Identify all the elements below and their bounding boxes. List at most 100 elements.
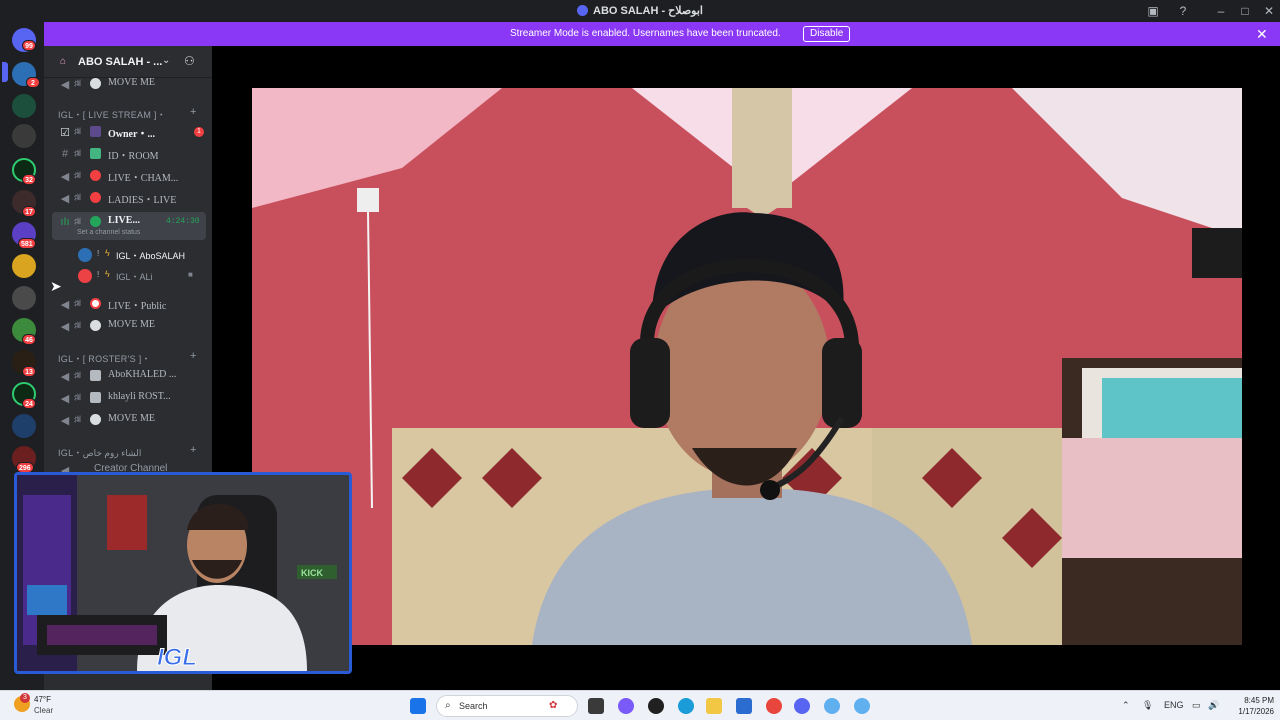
server-icon[interactable] bbox=[12, 254, 36, 278]
speaker-icon: ◀ bbox=[60, 193, 70, 205]
voice-channel-move-me[interactable]: ◀ ♯ıl MOVE ME bbox=[52, 410, 206, 430]
category-live-stream[interactable]: IGL・[ LIVE STREAM ]・ bbox=[58, 108, 166, 121]
avatar bbox=[78, 248, 92, 262]
disable-streamer-mode-button[interactable]: Disable bbox=[803, 26, 851, 42]
text-channel-owner[interactable]: ☑ ♯ıl Owner・... 1 bbox=[52, 122, 206, 142]
webcam-scene: KICK IGL bbox=[17, 475, 349, 671]
clock-time: 8:45 PM bbox=[1244, 696, 1274, 705]
unread-badge: 1 bbox=[194, 127, 204, 137]
windows-taskbar: 3 47°F Clear ⌕ Search ✿ ⌃ 🎙 ENG ▭ 🔊 8:45… bbox=[0, 690, 1280, 720]
edge-icon[interactable] bbox=[678, 698, 694, 714]
server-icon[interactable] bbox=[12, 94, 36, 118]
window-title: ABO SALAH - ابوصلاح bbox=[0, 4, 1280, 17]
channel-status[interactable]: Set a channel status bbox=[77, 229, 140, 236]
close-window-button[interactable]: ✕ bbox=[1260, 2, 1278, 20]
server-icon[interactable] bbox=[12, 286, 36, 310]
bolt-icon: ϟ bbox=[105, 248, 110, 258]
voice-channel-ladies-live[interactable]: ◀ ♯ıl LADIES・LIVE bbox=[52, 188, 206, 208]
voice-username: IGL・ALi bbox=[116, 272, 153, 282]
status-bars-icon: ♯ıl bbox=[74, 216, 81, 226]
voice-channel[interactable]: ◀ ♯ıl MOVE ME bbox=[52, 74, 206, 94]
add-channel-icon[interactable]: + bbox=[190, 106, 196, 118]
voice-channel-live-active[interactable]: ıIı ♯ıl LIVE... 4:24:30 Set a channel st… bbox=[52, 212, 206, 240]
stream-video[interactable] bbox=[252, 88, 1242, 645]
channel-label: LIVE・Public bbox=[108, 301, 167, 312]
voice-channel-move-me[interactable]: ◀ ♯ıl MOVE ME bbox=[52, 316, 206, 336]
status-bars-icon: ♯ıl bbox=[74, 370, 81, 380]
server-badge: 46 bbox=[22, 334, 36, 345]
window-title-text: ABO SALAH - ابوصلاح bbox=[593, 5, 703, 17]
add-channel-icon[interactable]: + bbox=[190, 444, 196, 456]
category-private-room[interactable]: IGL・الشاء روم خاص bbox=[58, 446, 141, 459]
weather-temperature: 47°F bbox=[34, 695, 51, 704]
tulips-icon: ✿ bbox=[549, 700, 558, 711]
speaker-icon: ◀ bbox=[60, 415, 70, 427]
text-channel-id-room[interactable]: # ♯ıl ID・ROOM bbox=[52, 144, 206, 164]
microphone-icon[interactable]: 🎙 bbox=[1142, 700, 1153, 711]
tv-icon bbox=[90, 126, 101, 137]
invite-people-icon[interactable]: ⚇ bbox=[184, 54, 195, 68]
dm-badge: 99 bbox=[22, 40, 36, 51]
chevron-down-icon[interactable]: ⌄ bbox=[162, 55, 170, 66]
volume-icon[interactable]: 🔊 bbox=[1208, 700, 1219, 711]
webcam-igl-logo: IGL bbox=[157, 644, 197, 671]
inbox-icon[interactable]: ▣ bbox=[1145, 3, 1161, 19]
webcam-kick-sign: KICK bbox=[301, 568, 323, 578]
no-entry-icon bbox=[90, 192, 101, 203]
channel-label: AboKHALED ... bbox=[108, 369, 177, 380]
help-icon[interactable]: ? bbox=[1175, 3, 1191, 19]
checkmark-icon bbox=[90, 148, 101, 159]
status-bars-icon: ♯ıl bbox=[74, 192, 81, 202]
channel-label: MOVE ME bbox=[108, 77, 155, 88]
system-clock[interactable]: 8:45 PM 1/17/2026 bbox=[1228, 695, 1274, 717]
close-banner-icon[interactable]: ✕ bbox=[1256, 26, 1268, 43]
category-rosters[interactable]: IGL・[ ROSTER'S ]・ bbox=[58, 352, 151, 365]
server-icon[interactable] bbox=[12, 124, 36, 148]
voice-user[interactable]: ! ϟ IGL・ALi ■ bbox=[76, 267, 206, 285]
maximize-button[interactable]: □ bbox=[1236, 2, 1254, 20]
language-indicator[interactable]: ENG bbox=[1164, 700, 1184, 710]
checkbox-icon: ☑ bbox=[60, 127, 70, 139]
server-badge: 32 bbox=[22, 174, 36, 185]
avatar bbox=[78, 269, 92, 283]
copilot-icon[interactable] bbox=[618, 698, 634, 714]
taskbar-search[interactable]: ⌕ Search ✿ bbox=[436, 695, 578, 717]
discord-taskbar-icon[interactable] bbox=[794, 698, 810, 714]
speaker-icon: ◀ bbox=[60, 393, 70, 405]
chrome-icon[interactable] bbox=[766, 698, 782, 714]
no-entry-icon bbox=[90, 170, 101, 181]
speaker-icon: ◀ bbox=[60, 79, 70, 91]
clock-icon bbox=[90, 320, 101, 331]
store-icon[interactable] bbox=[736, 698, 752, 714]
file-explorer-icon[interactable] bbox=[706, 698, 722, 714]
clock-icon bbox=[90, 78, 101, 89]
speaker-icon: ◀ bbox=[60, 299, 70, 311]
app-icon[interactable] bbox=[854, 698, 870, 714]
status-bars-icon: ♯ıl bbox=[74, 320, 81, 330]
add-channel-icon[interactable]: + bbox=[190, 350, 196, 362]
minimize-button[interactable]: – bbox=[1212, 2, 1230, 20]
voice-username: IGL・AboSALAH bbox=[116, 251, 186, 261]
network-icon[interactable]: ▭ bbox=[1192, 700, 1201, 711]
task-view-icon[interactable] bbox=[588, 698, 604, 714]
voice-channel-roster[interactable]: ◀ ♯ıl AboKHALED ... bbox=[52, 366, 206, 386]
stream-video-scene bbox=[252, 88, 1242, 645]
voice-channel-live-cham[interactable]: ◀ ♯ıl LIVE・CHAM... bbox=[52, 166, 206, 186]
github-icon[interactable] bbox=[648, 698, 664, 714]
server-icon[interactable] bbox=[12, 414, 36, 438]
voice-channel-live-public[interactable]: ◀ ♯ıl LIVE・Public bbox=[52, 294, 206, 314]
speaker-emoji-icon bbox=[90, 392, 101, 403]
clock-icon bbox=[90, 414, 101, 425]
mouse-cursor-icon: ➤ bbox=[50, 278, 62, 294]
server-badge: 2 bbox=[26, 77, 40, 88]
voice-channel-roster[interactable]: ◀ ♯ıl khlayli ROST... bbox=[52, 388, 206, 408]
streamer-mode-banner: Streamer Mode is enabled. Usernames have… bbox=[44, 22, 1280, 46]
app-icon[interactable] bbox=[824, 698, 840, 714]
show-hidden-icons-icon[interactable]: ⌃ bbox=[1122, 700, 1130, 711]
camera-icon: ■ bbox=[188, 270, 193, 279]
clock-date: 1/17/2026 bbox=[1238, 707, 1274, 716]
voice-user[interactable]: ! ϟ IGL・AboSALAH bbox=[76, 246, 206, 264]
channel-label: MOVE ME bbox=[108, 319, 155, 330]
webcam-overlay: KICK IGL bbox=[14, 472, 352, 674]
start-icon[interactable] bbox=[410, 698, 426, 714]
